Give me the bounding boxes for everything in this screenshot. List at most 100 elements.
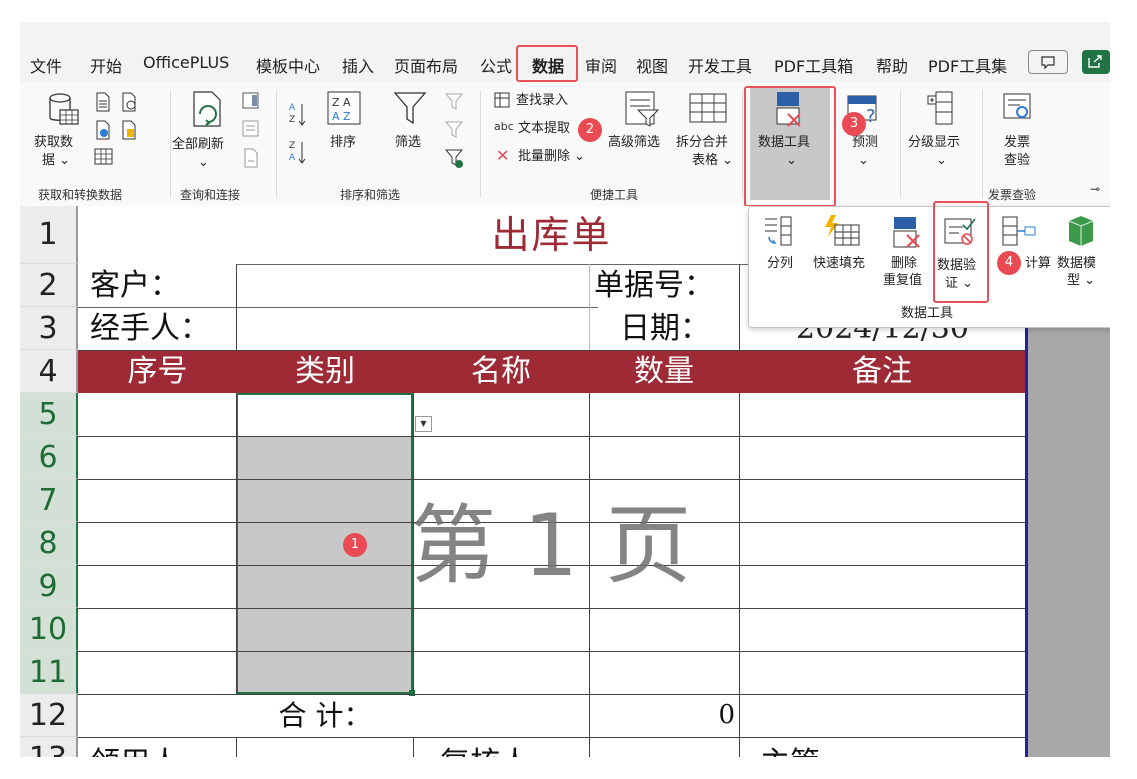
row-header-5[interactable]: 5 [20, 393, 78, 436]
row-header-3[interactable]: 3 [20, 307, 78, 350]
edit-links-icon[interactable] [242, 148, 260, 172]
row-header-13[interactable]: 13 [20, 737, 78, 757]
grid-line [78, 479, 1025, 480]
header-remarks[interactable]: 备注 [739, 350, 1025, 393]
remove-duplicates-label2[interactable]: 重复值 [883, 272, 922, 289]
comment-icon [1041, 56, 1055, 70]
data-model-arrow[interactable]: 型 ⌄ [1067, 272, 1095, 289]
share-button[interactable] [1082, 50, 1110, 74]
tab-view[interactable]: 视图 [636, 53, 668, 77]
flash-fill-button[interactable]: 快速填充 [813, 255, 865, 272]
reapply-filter-icon[interactable] [444, 120, 464, 144]
advanced-filter-small-icon[interactable] [444, 148, 464, 174]
data-model-button[interactable]: 数据模 [1057, 255, 1096, 272]
grid-line [739, 393, 740, 757]
consolidate-button[interactable]: 计算 [1025, 255, 1051, 272]
queries-connections-icon[interactable] [242, 92, 260, 114]
comment-button[interactable] [1028, 50, 1068, 74]
header-category[interactable]: 类别 [237, 350, 413, 393]
forecast-button[interactable]: 预测 [852, 134, 878, 152]
sort-icon: Z AA Z [326, 90, 362, 134]
sort-button[interactable]: 排序 [330, 134, 356, 152]
existing-connections-icon[interactable] [120, 120, 138, 144]
row-header-10[interactable]: 10 [20, 608, 78, 651]
from-text-icon[interactable] [94, 92, 112, 116]
refresh-all-button[interactable]: 全部刷新 [172, 136, 224, 154]
split-merge-icon [688, 90, 728, 134]
reviewer-label[interactable]: 复核人 [440, 742, 580, 757]
separator [982, 90, 983, 198]
tab-pdf-toolset[interactable]: PDF工具集 [928, 53, 1007, 77]
header-quantity[interactable]: 数量 [589, 350, 739, 393]
tab-developer[interactable]: 开发工具 [688, 53, 752, 77]
ribbon: 获取数 据 ⌄ 获取和转换数据 全部刷新 ⌄ 查询和连接 AZ ZA Z AA … [20, 82, 1110, 207]
get-data-button[interactable]: 获取数 [34, 134, 73, 152]
tab-file[interactable]: 文件 [30, 53, 62, 77]
header-index[interactable]: 序号 [78, 350, 237, 393]
advanced-filter-button[interactable]: 高级筛选 [608, 134, 660, 152]
text-to-columns-button[interactable]: 分列 [767, 255, 793, 272]
refresh-all-arrow[interactable]: ⌄ [198, 154, 209, 172]
row-header-2[interactable]: 2 [20, 264, 78, 307]
text-extract-button[interactable]: 文本提取 [518, 120, 570, 138]
filter-button[interactable]: 筛选 [395, 134, 421, 152]
batch-delete-icon: ✕ [496, 146, 510, 165]
highlight-data-tools [744, 86, 836, 207]
tab-template-center[interactable]: 模板中心 [256, 53, 320, 77]
consolidate-icon [1001, 215, 1037, 255]
tab-help[interactable]: 帮助 [876, 53, 908, 77]
receiver-label[interactable]: 领用人 [90, 742, 230, 757]
properties-icon[interactable] [242, 120, 260, 142]
tab-home[interactable]: 开始 [90, 53, 122, 77]
tab-page-layout[interactable]: 页面布局 [394, 53, 458, 77]
tab-formulas[interactable]: 公式 [480, 53, 512, 77]
grid-line [413, 737, 414, 757]
row-header-1[interactable]: 1 [20, 206, 78, 264]
total-value[interactable]: 0 [589, 694, 735, 737]
sort-ascending-icon[interactable]: AZ [288, 100, 308, 134]
find-input-button[interactable]: 查找录入 [516, 92, 568, 110]
row-header-7[interactable]: 7 [20, 479, 78, 522]
outline-button[interactable]: 分级显示 [908, 134, 960, 152]
pin-ribbon-icon[interactable]: ⊸ [1090, 182, 1100, 196]
tab-pdf-toolbox[interactable]: PDF工具箱 [774, 53, 853, 77]
outline-arrow[interactable]: ⌄ [936, 152, 947, 170]
excel-window: 文件 开始 OfficePLUS 模板中心 插入 页面布局 公式 数据 审阅 视… [20, 22, 1110, 757]
remove-duplicates-button[interactable]: 删除 [891, 255, 917, 272]
grid-line [236, 737, 237, 757]
tab-officeplus[interactable]: OfficePLUS [143, 53, 229, 72]
header-name[interactable]: 名称 [413, 350, 589, 393]
menu-bar: 文件 开始 OfficePLUS 模板中心 插入 页面布局 公式 数据 审阅 视… [20, 44, 1110, 82]
date-label[interactable]: 日期： [620, 307, 740, 350]
svg-text:?: ? [866, 106, 876, 127]
tab-review[interactable]: 审阅 [585, 53, 617, 77]
supervisor-label[interactable]: 主管 [760, 742, 900, 757]
batch-delete-button[interactable]: 批量删除 ⌄ [518, 148, 585, 166]
get-data-arrow[interactable]: 据 ⌄ [42, 152, 70, 170]
clear-filter-icon[interactable] [444, 92, 464, 116]
forecast-arrow[interactable]: ⌄ [858, 152, 869, 170]
split-merge-button[interactable]: 拆分合并 [676, 134, 728, 152]
grid-line [589, 264, 590, 350]
customer-label[interactable]: 客户： [90, 264, 240, 307]
invoice-check-label2[interactable]: 查验 [1004, 152, 1030, 170]
group-label-invoice-check: 发票查验 [988, 188, 1037, 202]
split-merge-arrow[interactable]: 表格 ⌄ [692, 152, 733, 170]
invoice-check-button[interactable]: 发票 [1004, 134, 1030, 152]
handler-label[interactable]: 经手人： [90, 307, 240, 350]
doc-no-label[interactable]: 单据号： [594, 264, 744, 307]
total-label[interactable]: 合 计： [237, 694, 413, 737]
tab-insert[interactable]: 插入 [342, 53, 374, 77]
row-header-9[interactable]: 9 [20, 565, 78, 608]
row-header-6[interactable]: 6 [20, 436, 78, 479]
sort-descending-icon[interactable]: ZA [288, 138, 308, 172]
recent-sources-icon[interactable] [120, 92, 138, 116]
row-header-12[interactable]: 12 [20, 694, 78, 737]
row-header-11[interactable]: 11 [20, 651, 78, 694]
group-label-quick-tools: 便捷工具 [590, 188, 639, 202]
from-web-icon[interactable] [94, 120, 112, 144]
row-header-4[interactable]: 4 [20, 350, 78, 393]
from-table-icon[interactable] [94, 148, 114, 170]
row-header-8[interactable]: 8 [20, 522, 78, 565]
validation-dropdown-arrow[interactable]: ▼ [415, 416, 432, 432]
